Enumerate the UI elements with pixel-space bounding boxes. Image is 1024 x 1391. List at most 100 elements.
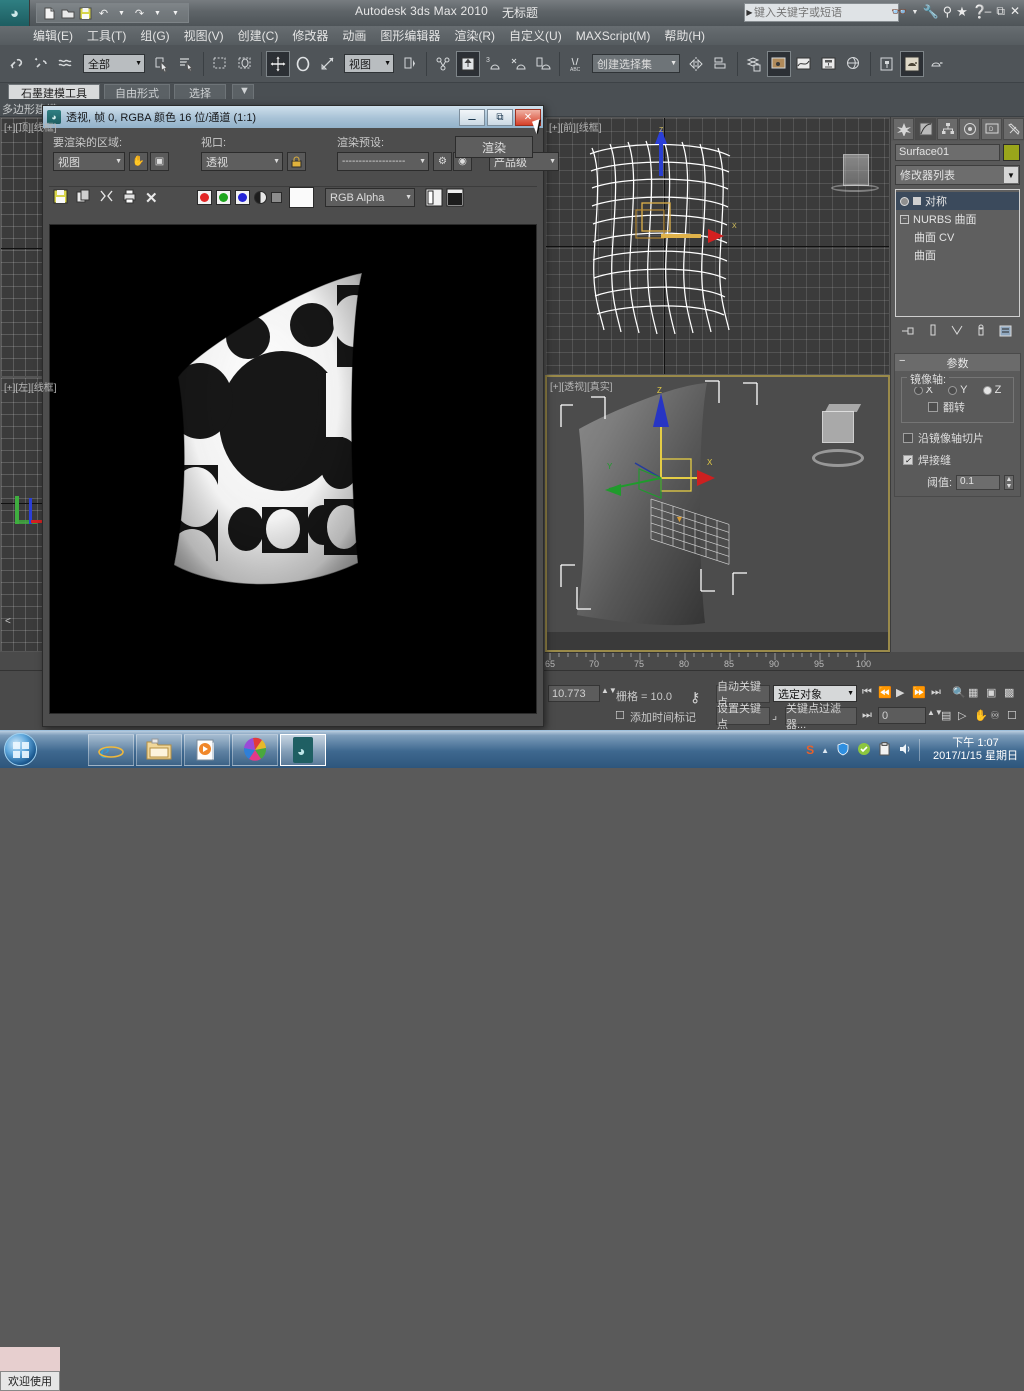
next-frame-icon[interactable]: ⏩ [912, 686, 926, 699]
time-tag-icon[interactable]: ☐ [615, 709, 625, 722]
go-to-start-icon[interactable]: ⏮ [862, 686, 872, 699]
pan-icon[interactable]: ✋ [974, 709, 988, 722]
create-tab[interactable] [893, 118, 914, 140]
infocenter-search[interactable]: ▶ [744, 3, 899, 22]
checkbox-checked[interactable]: ✓ [903, 455, 913, 465]
background-color-swatch[interactable] [289, 187, 314, 208]
menu-item-modifiers[interactable]: 修改器 [285, 25, 335, 46]
coordinate-readout[interactable]: 10.773 [548, 685, 600, 702]
viewcube-compass-ring[interactable] [812, 449, 864, 467]
environment-icon[interactable] [842, 51, 866, 77]
edit-region-icon[interactable]: ✋ [129, 152, 148, 171]
stack-item-nurbs-surface[interactable]: − NURBS 曲面 [896, 210, 1019, 228]
clear-image-icon[interactable]: ✕ [145, 189, 158, 207]
maxscript-listener-strip[interactable] [0, 1347, 60, 1371]
red-channel-icon[interactable] [197, 190, 212, 205]
snaps-toggle-icon[interactable] [456, 51, 480, 77]
max-app-menu-button[interactable]: ◕ [0, 0, 30, 26]
key-mode-toggle-icon[interactable]: ⏭ [862, 709, 872, 722]
binoculars-icon[interactable]: 👓 [891, 4, 907, 20]
select-and-rotate-icon[interactable] [291, 51, 315, 77]
menu-item-graph-editors[interactable]: 图形编辑器 [373, 25, 447, 46]
menu-item-views[interactable]: 视图(V) [177, 25, 231, 46]
angle-snap-icon[interactable]: 3 [481, 51, 505, 77]
spinner-snap-icon[interactable] [531, 51, 555, 77]
volume-icon[interactable] [898, 742, 912, 759]
taskbar-photo-viewer[interactable] [232, 734, 278, 766]
save-image-icon[interactable] [53, 189, 68, 207]
weld-seam-row[interactable]: ✓ 焊接缝 [895, 449, 1020, 471]
close-button[interactable]: ✕ [1010, 4, 1020, 19]
stack-item-surface[interactable]: 曲面 [896, 246, 1019, 264]
key-filters-button[interactable]: 关键点过滤器... [785, 707, 857, 725]
render-preview-icon[interactable]: ▤ [941, 709, 951, 722]
threshold-spinner[interactable]: ▲▼ [1004, 475, 1014, 490]
material-editor-icon[interactable] [875, 51, 899, 77]
open-file-icon[interactable] [60, 6, 75, 21]
orbit-icon[interactable]: ♾ [990, 709, 1000, 722]
rollout-header[interactable]: − 参数 [895, 354, 1020, 371]
clipboard-icon[interactable] [878, 742, 891, 759]
checkbox[interactable] [928, 402, 938, 412]
viewport-scroll-left-icon[interactable]: < [5, 616, 11, 627]
object-color-swatch[interactable] [1003, 144, 1020, 161]
key-lock-icon[interactable]: ⚷ [690, 689, 700, 706]
key-filter-icon[interactable]: ⌟ [772, 709, 777, 722]
current-frame-field[interactable]: 0 [878, 707, 926, 724]
select-and-move-icon[interactable] [266, 51, 290, 77]
ribbon-tab-freeform[interactable]: 自由形式 [104, 84, 170, 99]
schematic-view-icon[interactable] [817, 51, 841, 77]
rectangular-region-icon[interactable] [208, 51, 232, 77]
green-channel-icon[interactable] [216, 190, 231, 205]
align-icon[interactable] [709, 51, 733, 77]
modifier-list-dropdown[interactable]: 修改器列表 ▼ [895, 165, 1020, 185]
viewcube[interactable] [812, 411, 864, 469]
perspective-viewport[interactable]: [+][透视][真实] [545, 375, 890, 652]
light-bulb-icon[interactable] [900, 197, 909, 206]
area-to-render-dropdown[interactable]: 视图 ▼ [53, 152, 125, 171]
taskbar-internet-explorer[interactable]: e [88, 734, 134, 766]
motion-tab[interactable] [959, 118, 980, 140]
checkbox[interactable] [903, 433, 913, 443]
clone-window-icon[interactable] [99, 189, 114, 207]
render-setup-icon[interactable] [900, 51, 924, 77]
qat-more-icon[interactable]: ▼ [168, 6, 183, 21]
show-end-result-icon[interactable] [928, 324, 938, 341]
modify-tab[interactable] [915, 118, 936, 140]
zoom-extents-icon[interactable]: ▣ [986, 686, 996, 699]
redo-icon[interactable]: ↷ [132, 6, 147, 21]
maximize-viewport-icon[interactable]: ☐ [1007, 709, 1017, 722]
toggle-ui-icon[interactable] [446, 188, 464, 210]
bind-space-warp-icon[interactable] [54, 51, 78, 77]
reference-coordinate-dropdown[interactable]: 视图 ▼ [344, 54, 394, 73]
expand-minus-icon[interactable]: − [900, 215, 909, 224]
selection-level-dropdown[interactable]: 选定对象 ▼ [773, 685, 857, 702]
display-alpha-icon[interactable] [425, 188, 443, 210]
subscription-icon[interactable]: ⚲ [943, 4, 953, 20]
menu-item-tools[interactable]: 工具(T) [80, 25, 133, 46]
select-and-scale-icon[interactable] [316, 51, 340, 77]
configure-sets-icon[interactable] [999, 324, 1014, 341]
field-of-view-icon[interactable]: ▷ [958, 709, 966, 722]
add-time-tag-label[interactable]: 添加时间标记 [630, 709, 696, 725]
play-animation-icon[interactable]: ▶ [896, 686, 904, 699]
security-guard-icon[interactable] [857, 742, 871, 759]
taskbar-windows-explorer[interactable] [136, 734, 182, 766]
select-object-icon[interactable] [150, 51, 174, 77]
display-tab[interactable]: D [981, 118, 1002, 140]
set-key-button[interactable]: 设置关键点 [716, 707, 770, 725]
sogou-input-icon[interactable]: S [806, 743, 814, 757]
zoom-icon[interactable]: 🔍 [952, 686, 966, 699]
mirror-axis-z[interactable]: Z [983, 384, 1002, 396]
wrench-icon[interactable]: 🔧 [922, 4, 938, 20]
window-crossing-icon[interactable] [233, 51, 257, 77]
go-to-end-icon[interactable]: ⏭ [931, 686, 941, 699]
new-file-icon[interactable] [42, 6, 57, 21]
flip-checkbox-row[interactable]: 翻转 [906, 396, 1009, 418]
menu-item-group[interactable]: 组(G) [133, 25, 176, 46]
taskbar-3ds-max[interactable]: ◕ [280, 734, 326, 766]
rendered-image-canvas[interactable] [49, 224, 537, 714]
print-image-icon[interactable] [122, 189, 137, 207]
rollout-collapse-icon[interactable]: − [899, 355, 905, 367]
pin-stack-icon[interactable] [901, 324, 915, 341]
